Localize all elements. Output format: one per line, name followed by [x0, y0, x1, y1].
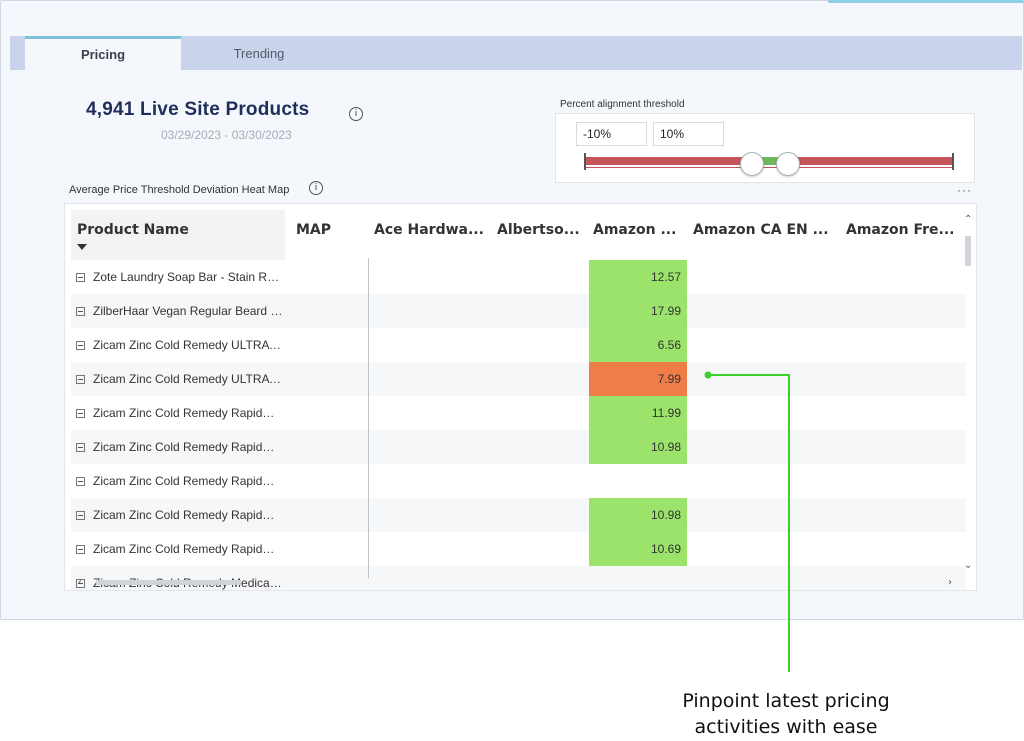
callout-line-2: activities with ease: [694, 716, 878, 738]
callout-text: Pinpoint latest pricing activities with …: [670, 688, 902, 740]
callout-line-1: Pinpoint latest pricing: [682, 690, 890, 712]
callout-line: [708, 374, 790, 672]
callout-connector: [704, 371, 790, 672]
